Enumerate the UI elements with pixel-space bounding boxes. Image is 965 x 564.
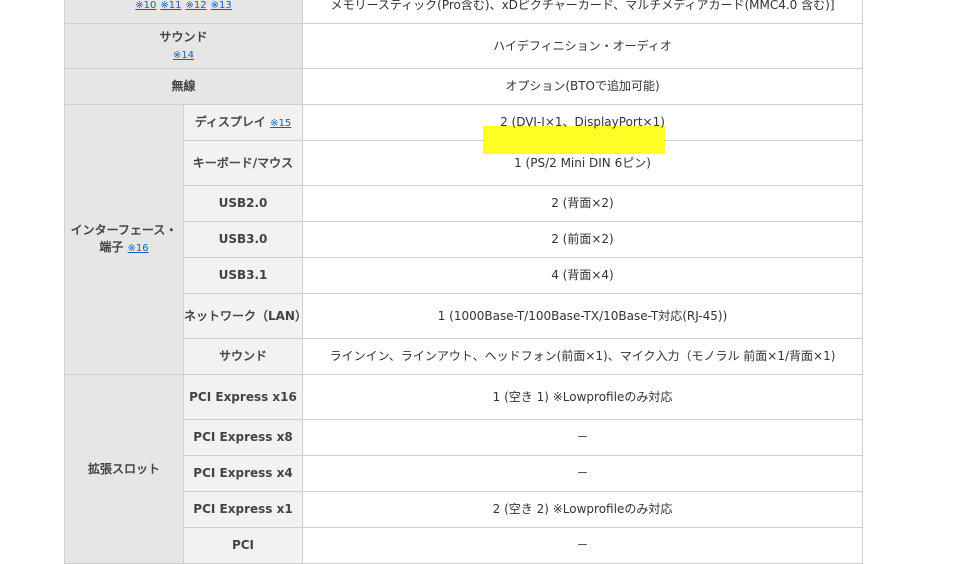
pcie-x16-label: PCI Express x16 [183,374,303,420]
usb20-label: USB2.0 [183,185,303,222]
wireless-label: 無線 [64,68,303,105]
table-row: サウンド ラインイン、ラインアウト、ヘッドフォン(前面×1)、マイク入力（モノラ… [65,338,863,375]
table-row: 拡張スロット PCI Express x16 1 (空き 1) ※Lowprof… [64,374,863,564]
note-link[interactable]: ※11 [160,0,181,11]
sound-label: サウンド [159,29,208,44]
expansion-label: 拡張スロット [64,374,184,564]
table-row: USB3.1 4 (背面×4) [65,257,863,294]
display-header: ディスプレイ ※15 [183,104,303,141]
card-notes-cell: ※10 ※11 ※12 ※13 [64,0,303,24]
pcie-x8-value: － [302,419,863,456]
note-link[interactable]: ※13 [211,0,232,11]
usb30-value: 2 (前面×2) [302,221,863,258]
keyboard-mouse-label: キーボード/マウス [183,140,303,186]
pcie-x8-label: PCI Express x8 [183,419,303,456]
sound-header: サウンド ※14 [64,23,303,69]
usb31-label: USB3.1 [183,257,303,294]
audio-port-label: サウンド [183,338,303,375]
sound-value: ハイデフィニション・オーディオ [302,23,863,69]
audio-port-value: ラインイン、ラインアウト、ヘッドフォン(前面×1)、マイク入力（モノラル 前面×… [302,338,863,375]
pcie-x4-value: － [302,455,863,492]
interface-header: インターフェース・端子 ※16 [64,104,184,375]
note-link[interactable]: ※16 [128,243,149,254]
table-row: サウンド ※14 ハイデフィニション・オーディオ [64,23,863,69]
note-link[interactable]: ※12 [186,0,207,11]
table-row: PCI Express x1 2 (空き 2) ※Lowprofileのみ対応 [65,491,863,528]
pcie-x1-value: 2 (空き 2) ※Lowprofileのみ対応 [302,491,863,528]
card-slot-value: メモリースティック(Pro含む)、xDピクチャーカード、マルチメディアカード(M… [302,0,863,24]
display-value: 2 (DVI-I×1、DisplayPort×1) [302,104,863,141]
network-value: 1 (1000Base-T/100Base-TX/10Base-T対応(RJ-4… [302,293,863,339]
wireless-value: オプション(BTOで追加可能) [302,68,863,105]
table-row: PCI Express x8 － [65,419,863,456]
note-link[interactable]: ※15 [270,118,291,129]
table-row: ※10 ※11 ※12 ※13 メモリースティック(Pro含む)、xDピクチャーカード… [64,0,863,24]
table-row: USB2.0 2 (背面×2) [65,185,863,222]
table-row: キーボード/マウス 1 (PS/2 Mini DIN 6ピン) [65,140,863,186]
note-link[interactable]: ※14 [173,50,194,61]
usb30-label: USB3.0 [183,221,303,258]
table-row: インターフェース・端子 ※16 ディスプレイ ※15 2 (DVI-I×1、Di… [64,104,863,375]
pcie-x16-value: 1 (空き 1) ※Lowprofileのみ対応 [302,374,863,420]
keyboard-mouse-value: 1 (PS/2 Mini DIN 6ピン) [302,140,863,186]
interface-label: インターフェース・端子 [70,223,178,254]
table-row: ネットワーク（LAN） 1 (1000Base-T/100Base-TX/10B… [65,293,863,339]
table-row: PCI － [65,527,863,564]
pcie-x1-label: PCI Express x1 [183,491,303,528]
network-label: ネットワーク（LAN） [183,293,307,339]
spec-table: ※10 ※11 ※12 ※13 メモリースティック(Pro含む)、xDピクチャーカード… [64,0,863,564]
usb31-value: 4 (背面×4) [302,257,863,294]
table-row: 無線 オプション(BTOで追加可能) [64,68,863,105]
pci-label: PCI [183,527,303,564]
pcie-x4-label: PCI Express x4 [183,455,303,492]
note-link[interactable]: ※10 [135,0,156,11]
display-label: ディスプレイ [194,114,266,129]
table-row: USB3.0 2 (前面×2) [65,221,863,258]
pci-value: － [302,527,863,564]
display-value-text: 2 (DVI-I×1、DisplayPort×1) [500,115,665,129]
usb20-value: 2 (背面×2) [302,185,863,222]
table-row: PCI Express x4 － [65,455,863,492]
